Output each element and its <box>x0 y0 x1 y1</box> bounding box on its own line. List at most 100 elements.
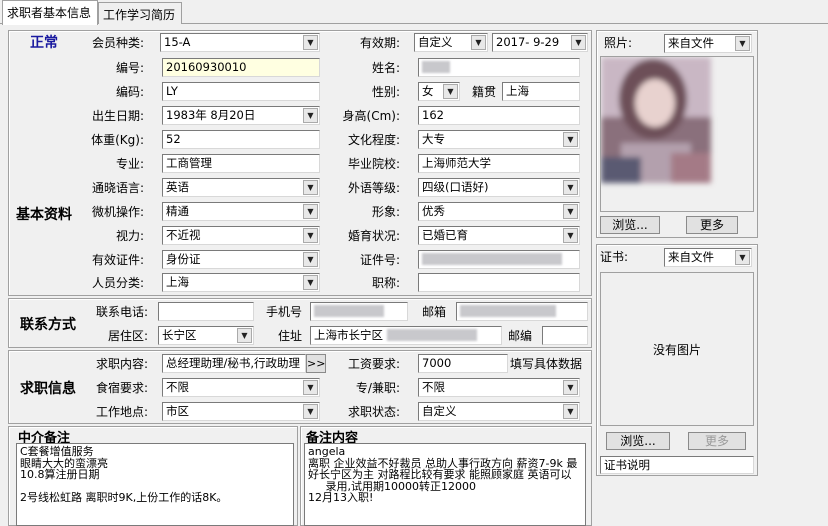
job-content-label: 求职内容: <box>95 357 148 371</box>
native-field[interactable]: 上海 <box>502 82 580 101</box>
name-field[interactable] <box>418 58 580 77</box>
code-field[interactable]: LY <box>162 82 320 101</box>
job-content-more-button[interactable]: >> <box>306 354 326 373</box>
email-field[interactable] <box>456 302 588 321</box>
school-label: 毕业院校: <box>347 157 400 171</box>
major-label: 专业: <box>115 157 144 171</box>
cert-source-select[interactable]: 来自文件 ▼ <box>664 248 752 267</box>
place-label: 工作地点: <box>95 405 148 419</box>
chevron-down-icon: ▼ <box>735 36 750 51</box>
chevron-down-icon: ▼ <box>471 35 486 50</box>
image-select[interactable]: 优秀 ▼ <box>418 202 580 221</box>
status-select[interactable]: 自定义 ▼ <box>418 402 580 421</box>
id-type-label: 有效证件: <box>91 253 144 267</box>
gender-select[interactable]: 女 ▼ <box>418 82 460 101</box>
member-type-label: 会员种类: <box>91 36 144 50</box>
chevron-down-icon: ▼ <box>563 204 578 219</box>
number-field[interactable]: 20160930010 <box>162 58 320 77</box>
member-type-select[interactable]: 15-A ▼ <box>160 33 320 52</box>
chevron-down-icon: ▼ <box>563 404 578 419</box>
job-content-field[interactable]: 总经理助理/秘书,行政助理 <box>162 354 306 373</box>
district-select[interactable]: 长宁区 ▼ <box>158 326 254 345</box>
cert-more-button[interactable]: 更多 <box>688 432 746 450</box>
address-field[interactable]: 上海市长宁区 <box>310 326 502 345</box>
name-label: 姓名: <box>371 61 400 75</box>
chevron-down-icon: ▼ <box>563 380 578 395</box>
salary-field[interactable]: 7000 <box>418 354 508 373</box>
code-label: 编码: <box>115 85 144 99</box>
phone-field[interactable] <box>158 302 254 321</box>
chevron-down-icon: ▼ <box>571 35 586 50</box>
category-label: 人员分类: <box>91 276 144 290</box>
school-field[interactable]: 上海师范大学 <box>418 154 580 173</box>
vision-select[interactable]: 不近视 ▼ <box>162 226 320 245</box>
category-select[interactable]: 上海 ▼ <box>162 273 320 292</box>
chevron-down-icon: ▼ <box>303 404 318 419</box>
parttime-select[interactable]: 不限 ▼ <box>418 378 580 397</box>
birth-label: 出生日期: <box>91 109 144 123</box>
weight-field[interactable]: 52 <box>162 130 320 149</box>
flang-label: 外语等级: <box>347 181 400 195</box>
salary-hint: 填写具体数据 <box>510 357 583 371</box>
pc-select[interactable]: 精通 ▼ <box>162 202 320 221</box>
major-field[interactable]: 工商管理 <box>162 154 320 173</box>
photo-browse-button[interactable]: 浏览... <box>600 216 660 234</box>
image-label: 形象: <box>371 205 400 219</box>
title-label: 职称: <box>371 276 400 290</box>
mobile-label: 手机号 <box>265 305 302 319</box>
section-contact: 联系方式 <box>20 317 76 333</box>
chevron-down-icon: ▼ <box>303 180 318 195</box>
title-field[interactable] <box>418 273 580 292</box>
tab-work-history[interactable]: 工作学习简历 <box>98 2 182 24</box>
marriage-select[interactable]: 已婚已育 ▼ <box>418 226 580 245</box>
chevron-down-icon: ▼ <box>563 180 578 195</box>
chevron-down-icon: ▼ <box>303 275 318 290</box>
meal-label: 食宿要求: <box>95 381 148 395</box>
id-no-field[interactable] <box>418 250 580 269</box>
chevron-down-icon: ▼ <box>303 204 318 219</box>
tab-basic-info[interactable]: 求职者基本信息 <box>2 0 98 25</box>
pc-label: 微机操作: <box>91 205 144 219</box>
valid-date-picker[interactable]: 2017- 9-29 ▼ <box>492 33 588 52</box>
agency-note-text[interactable]: C套餐增值服务 眼睛大大的蛮漂亮 10.8算注册日期 2号线松虹路 离职时9K,… <box>16 443 294 526</box>
chevron-down-icon: ▼ <box>443 84 458 99</box>
number-label: 编号: <box>115 61 144 75</box>
chevron-down-icon: ▼ <box>563 132 578 147</box>
zip-field[interactable] <box>542 326 588 345</box>
chevron-down-icon: ▼ <box>303 380 318 395</box>
photo-more-button[interactable]: 更多 <box>686 216 738 234</box>
photo-frame <box>600 56 754 212</box>
chevron-down-icon: ▼ <box>303 228 318 243</box>
chevron-down-icon: ▼ <box>735 250 750 265</box>
edu-select[interactable]: 大专 ▼ <box>418 130 580 149</box>
gender-label: 性别: <box>371 85 400 99</box>
lang-label: 通晓语言: <box>91 181 144 195</box>
id-type-select[interactable]: 身份证 ▼ <box>162 250 320 269</box>
lang-select[interactable]: 英语 ▼ <box>162 178 320 197</box>
remark-text[interactable]: angela 离职 企业效益不好裁员 总助人事行政方向 薪资7-9k 最好长宁区… <box>304 443 586 526</box>
mobile-field[interactable] <box>310 302 408 321</box>
email-label: 邮箱 <box>421 305 446 319</box>
place-select[interactable]: 市区 ▼ <box>162 402 320 421</box>
valid-label: 有效期: <box>359 36 400 50</box>
cert-browse-button[interactable]: 浏览... <box>606 432 670 450</box>
weight-label: 体重(Kg): <box>91 133 144 147</box>
status-label: 求职状态: <box>347 405 400 419</box>
zip-label: 邮编 <box>507 329 532 343</box>
cert-desc-field[interactable]: 证书说明 <box>600 456 754 474</box>
salary-label: 工资要求: <box>347 357 400 371</box>
chevron-down-icon: ▼ <box>237 328 252 343</box>
section-basic: 基本资料 <box>16 207 72 223</box>
chevron-down-icon: ▼ <box>303 35 318 50</box>
meal-select[interactable]: 不限 ▼ <box>162 378 320 397</box>
chevron-down-icon: ▼ <box>303 108 318 123</box>
flang-select[interactable]: 四级(口语好) ▼ <box>418 178 580 197</box>
cert-label: 证书: <box>600 250 629 264</box>
birth-date-picker[interactable]: 1983年 8月20日 ▼ <box>162 106 320 125</box>
id-no-label: 证件号: <box>359 253 400 267</box>
height-field[interactable]: 162 <box>418 106 580 125</box>
chevron-down-icon: ▼ <box>563 228 578 243</box>
valid-mode-select[interactable]: 自定义 ▼ <box>414 33 488 52</box>
photo-source-select[interactable]: 来自文件 ▼ <box>664 34 752 53</box>
edu-label: 文化程度: <box>347 133 400 147</box>
